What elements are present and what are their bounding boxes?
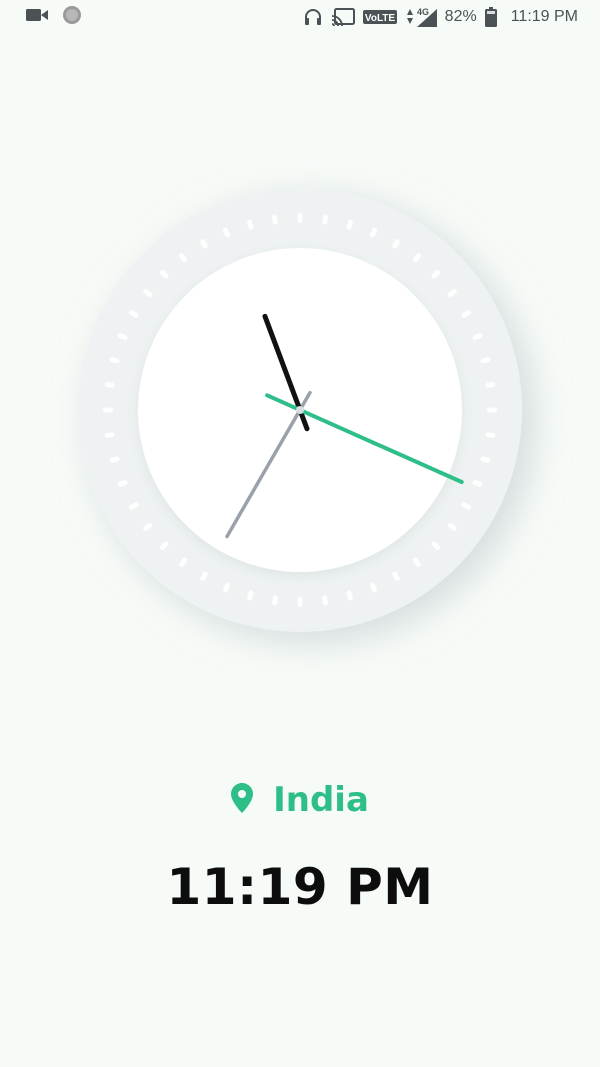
clock-center-pin — [296, 406, 304, 414]
analog-clock — [0, 0, 600, 700]
clock-tick — [297, 597, 303, 607]
location-pin-icon — [231, 782, 254, 818]
location-name: India — [273, 780, 369, 820]
clock-tick — [297, 213, 303, 223]
clock-svg — [78, 188, 522, 632]
clock-tick — [487, 407, 497, 413]
digital-time: 11:19 PM — [166, 858, 434, 916]
clock-tick — [103, 407, 113, 413]
location-row: India — [0, 780, 600, 820]
